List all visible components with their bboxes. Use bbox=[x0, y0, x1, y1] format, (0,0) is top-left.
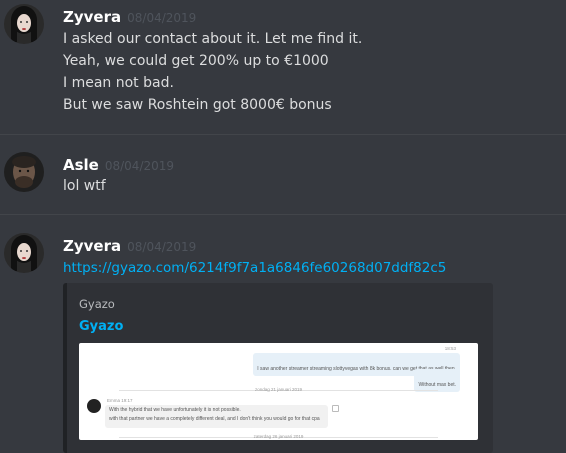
username[interactable]: Zyvera bbox=[63, 237, 121, 255]
message-text: I asked our contact about it. Let me fin… bbox=[63, 31, 363, 47]
message-link[interactable]: https://gyazo.com/6214f9f7a1a6846fe60268… bbox=[63, 260, 446, 276]
username[interactable]: Zyvera bbox=[63, 8, 121, 26]
message-text: Yeah, we could get 200% up to €1000 bbox=[63, 53, 329, 69]
timestamp: 08/04/2019 bbox=[127, 240, 197, 254]
message-text: I mean not bad. bbox=[63, 75, 174, 91]
embed-title[interactable]: Gyazo bbox=[79, 319, 123, 334]
message-text: But we saw Roshtein got 8000€ bonus bbox=[63, 97, 332, 113]
screenshot-date: zaterdag 26 januari 2019 bbox=[253, 434, 304, 439]
message-divider bbox=[0, 214, 566, 215]
message-header: Zyvera 08/04/2019 bbox=[63, 7, 196, 27]
screenshot-date: zondag 21 januari 2019 bbox=[254, 387, 303, 392]
timestamp: 08/04/2019 bbox=[104, 159, 175, 173]
message-header: Asle 08/04/2019 bbox=[63, 155, 174, 175]
avatar[interactable] bbox=[4, 233, 44, 273]
message-header: Zyvera 08/04/2019 bbox=[63, 236, 196, 256]
message-text: lol wtf bbox=[63, 178, 106, 194]
timestamp: 08/04/2019 bbox=[127, 11, 197, 25]
avatar[interactable] bbox=[4, 152, 44, 192]
screenshot-text: with that partner we have a completely d… bbox=[109, 416, 320, 422]
embed-image[interactable]: 18:53 I saw another streamer streaming s… bbox=[79, 343, 478, 440]
screenshot-icon bbox=[332, 405, 339, 412]
avatar[interactable] bbox=[4, 4, 44, 44]
embed-provider: Gyazo bbox=[79, 297, 115, 311]
screenshot-sender: Emma 19:17 bbox=[107, 398, 133, 403]
screenshot-time: 18:53 bbox=[444, 346, 456, 351]
screenshot-bubble: With the hybrid that we have unfortunate… bbox=[105, 405, 328, 428]
screenshot-text: With the hybrid that we have unfortunate… bbox=[109, 407, 241, 413]
link-embed: Gyazo Gyazo 18:53 I saw another streamer… bbox=[63, 283, 493, 453]
message-divider bbox=[0, 134, 566, 135]
username[interactable]: Asle bbox=[63, 156, 99, 174]
screenshot-avatar bbox=[87, 399, 101, 413]
